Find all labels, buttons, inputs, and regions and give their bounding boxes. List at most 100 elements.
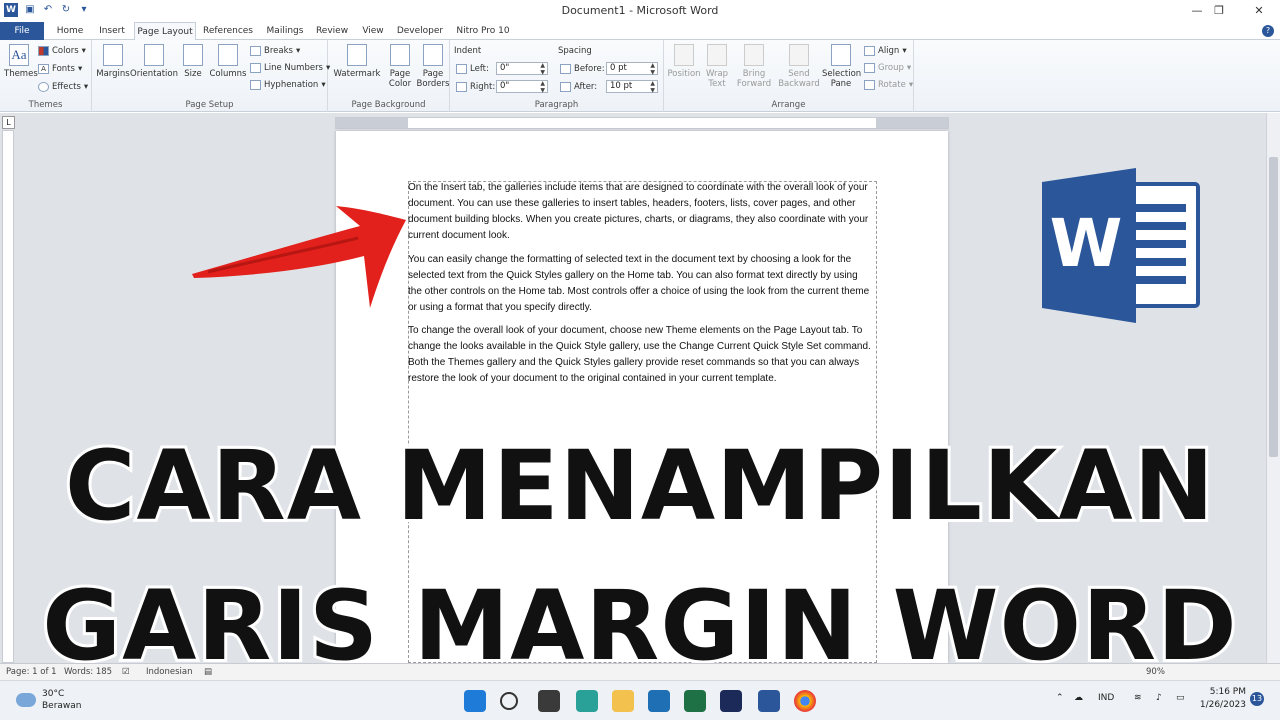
tab-page-layout[interactable]: Page Layout [134,22,196,41]
rotate-icon [864,80,875,90]
margins-label: Margins [96,69,130,79]
restore-button[interactable]: ❐ [1206,2,1232,20]
watermark-button[interactable]: Watermark [332,44,382,79]
position-button[interactable]: Position [666,44,702,79]
taskbar [0,680,1280,720]
tab-references[interactable]: References [200,22,256,40]
windows-start-icon[interactable] [464,690,486,712]
selection-pane-icon [831,44,851,66]
orientation-button[interactable]: Orientation [130,44,178,79]
paragraph-group-label: Paragraph [534,100,579,110]
watermark-icon [347,44,367,66]
breaks-button[interactable]: Breaks ▾ [250,46,300,56]
colors-button[interactable]: Colors ▾ [38,46,86,56]
size-button[interactable]: Size [180,44,206,79]
wrap-label-1: Wrap [705,69,729,79]
indent-left-label: Left: [456,64,489,74]
themes-button[interactable]: Aa Themes [4,44,38,79]
page-setup-group: Margins Orientation Size Columns Breaks ▾… [92,40,330,112]
input-language[interactable]: IND [1098,693,1114,703]
spacing-after-input[interactable]: 10 pt ▲ ▼ [606,80,658,94]
effects-button[interactable]: Effects ▾ [38,82,88,92]
selection-pane-button[interactable]: Selection Pane [822,44,861,89]
line-numbers-button[interactable]: Line Numbers ▾ [250,63,330,73]
word-logo-letter: W [1050,205,1123,282]
store-icon[interactable] [648,690,670,712]
search-icon[interactable] [500,692,518,710]
page-count[interactable]: Page: 1 of 1 [6,667,57,677]
tab-mailings[interactable]: Mailings [262,22,308,40]
wifi-icon[interactable]: ≋ [1134,693,1142,703]
word-taskbar-icon[interactable] [758,690,780,712]
bring-label-2: Forward [736,79,772,89]
spin-arrows-icon[interactable]: ▲ ▼ [650,62,655,76]
tab-view[interactable]: View [358,22,388,40]
battery-icon[interactable]: ▭ [1176,693,1185,703]
horizontal-ruler[interactable] [335,117,949,129]
proofing-icon[interactable]: ☑ [122,667,130,677]
tab-selector[interactable]: L [2,116,15,129]
photoshop-icon[interactable] [720,690,742,712]
spin-arrows-icon[interactable]: ▲ ▼ [540,62,545,76]
tab-insert[interactable]: Insert [92,22,132,40]
time: 5:16 PM [1209,687,1246,697]
excel-icon[interactable] [684,690,706,712]
page-borders-label-1: Page [422,69,444,79]
file-explorer-icon[interactable] [612,690,634,712]
breaks-icon [250,46,261,56]
scrollbar-thumb[interactable] [1269,157,1278,457]
spin-arrows-icon[interactable]: ▲ ▼ [540,80,545,94]
cloud-icon [16,693,36,707]
group-button[interactable]: Group ▾ [864,63,911,73]
colors-label: Colors [52,46,79,56]
tab-review[interactable]: Review [312,22,352,40]
margins-button[interactable]: Margins [96,44,130,79]
chrome-icon[interactable] [794,690,816,712]
colors-icon [38,46,49,56]
macro-icon[interactable]: ▤ [204,667,212,677]
app-icon[interactable] [576,690,598,712]
headline-line-1: CARA MENAMPILKAN [62,427,1217,545]
spacing-before-input[interactable]: 0 pt ▲ ▼ [606,62,658,76]
align-button[interactable]: Align ▾ [864,46,907,56]
send-backward-button[interactable]: Send Backward [776,44,822,89]
chevron-up-icon[interactable]: ⌃ [1056,693,1064,703]
hyphenation-button[interactable]: Hyphenation ▾ [250,80,326,90]
page-color-button[interactable]: Page Color [384,44,416,89]
word-logo: W [1042,168,1200,323]
paragraph-2[interactable]: You can easily change the formatting of … [408,252,874,316]
help-icon[interactable]: ? [1262,25,1274,37]
wrap-text-button[interactable]: Wrap Text [702,44,732,89]
clock[interactable]: 5:16 PM 1/26/2023 [1198,686,1246,712]
position-label: Position [667,69,701,79]
paragraph-3[interactable]: To change the overall look of your docum… [408,323,874,387]
columns-button[interactable]: Columns [208,44,248,79]
bring-forward-button[interactable]: Bring Forward [734,44,774,89]
page-borders-button[interactable]: Page Borders [416,44,450,89]
indent-left-input[interactable]: 0" ▲ ▼ [496,62,548,76]
spin-arrows-icon[interactable]: ▲ ▼ [650,80,655,94]
word-count[interactable]: Words: 185 [64,667,112,677]
send-backward-icon [789,44,809,66]
weather-widget[interactable]: 30°C Berawan [16,688,82,712]
paragraph-1[interactable]: On the Insert tab, the galleries include… [408,180,874,244]
columns-icon [218,44,238,66]
notification-badge[interactable]: 13 [1250,692,1264,706]
tab-home[interactable]: Home [50,22,90,40]
close-button[interactable]: ✕ [1246,2,1272,20]
indent-right-input[interactable]: 0" ▲ ▼ [496,80,548,94]
tab-file[interactable]: File [0,22,44,40]
language[interactable]: Indonesian [146,667,193,677]
fonts-button[interactable]: A Fonts ▾ [38,64,82,74]
group-icon [864,63,875,73]
line-numbers-label: Line Numbers [264,63,323,73]
volume-icon[interactable]: ♪ [1156,693,1162,703]
zoom-level[interactable]: 90% [1146,667,1165,677]
tab-developer[interactable]: Developer [394,22,446,40]
task-view-icon[interactable] [538,690,560,712]
tab-nitro-pro[interactable]: Nitro Pro 10 [452,22,514,40]
title-bar: W ▣ ↶ ↻ ▾ Document1 - Microsoft Word — ❐… [0,0,1280,22]
rotate-button[interactable]: Rotate ▾ [864,80,913,90]
bring-label-1: Bring [742,69,766,79]
cloud-sync-icon[interactable]: ☁ [1074,693,1083,703]
